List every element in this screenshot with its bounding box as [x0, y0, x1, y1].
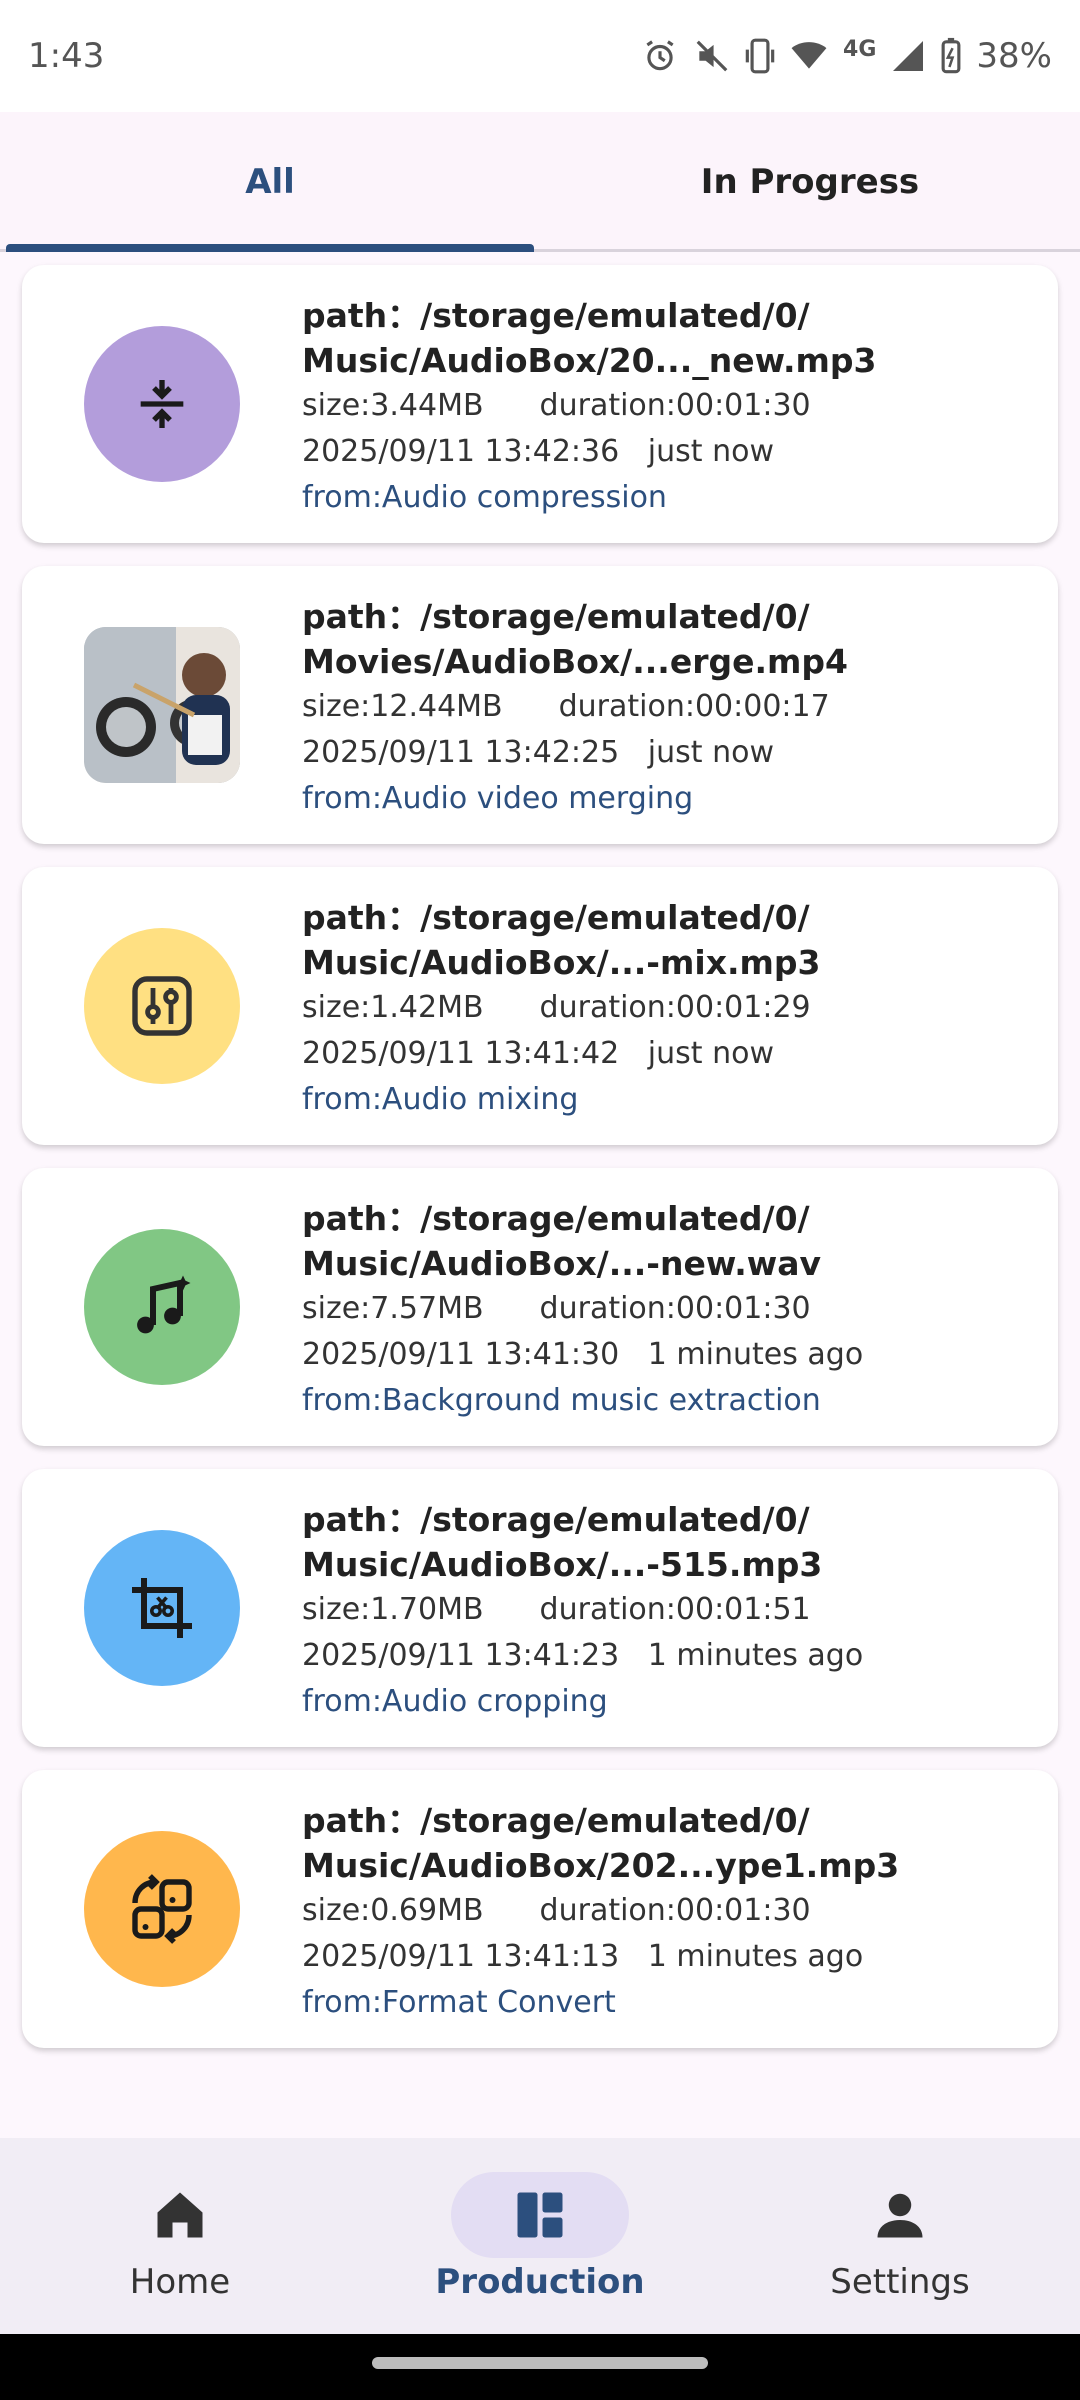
item-path-line2: Music/AudioBox/202...ype1.mp3	[302, 1846, 900, 1885]
item-source: from:Audio cropping	[302, 1684, 608, 1719]
item-path-line2: Movies/AudioBox/...erge.mp4	[302, 642, 848, 681]
wifi-icon	[789, 37, 829, 75]
vibrate-icon	[745, 37, 775, 75]
item-date: 2025/09/11 13:42:25	[302, 735, 620, 770]
item-source: from:Background music extraction	[302, 1383, 821, 1418]
dashboard-icon	[451, 2172, 629, 2258]
item-source: from:Audio compression	[302, 480, 667, 515]
item-duration: duration:00:01:30	[539, 388, 811, 423]
item-path-line1: path：/storage/emulated/0/	[302, 597, 810, 636]
list-item[interactable]: path：/storage/emulated/0/ Music/AudioBox…	[22, 867, 1058, 1145]
tab-in-progress-label: In Progress	[700, 162, 920, 202]
battery-percent: 38%	[976, 36, 1052, 76]
video-thumbnail	[84, 627, 240, 783]
tab-all[interactable]: All	[0, 112, 540, 252]
item-path-line1: path：/storage/emulated/0/	[302, 1801, 810, 1840]
alarm-icon	[641, 37, 679, 75]
nav-settings-label: Settings	[830, 2262, 970, 2302]
battery-icon	[940, 37, 962, 75]
mixer-icon	[84, 928, 240, 1084]
list-item[interactable]: path：/storage/emulated/0/ Movies/AudioBo…	[22, 566, 1058, 844]
list-item[interactable]: path：/storage/emulated/0/ Music/AudioBox…	[22, 1770, 1058, 2048]
item-path-line1: path：/storage/emulated/0/	[302, 1199, 810, 1238]
item-relative-time: just now	[647, 434, 774, 469]
item-date: 2025/09/11 13:42:36	[302, 434, 620, 469]
item-duration: duration:00:01:30	[539, 1893, 811, 1928]
status-icons: 4G 38%	[641, 36, 1052, 76]
network-type: 4G	[843, 36, 877, 62]
item-date: 2025/09/11 13:41:13	[302, 1939, 620, 1974]
item-path-line2: Music/AudioBox/...-515.mp3	[302, 1545, 823, 1584]
item-path-line1: path：/storage/emulated/0/	[302, 1500, 810, 1539]
nav-home-label: Home	[129, 2262, 231, 2302]
item-date: 2025/09/11 13:41:23	[302, 1638, 620, 1673]
item-source: from:Audio mixing	[302, 1082, 579, 1117]
item-path-line1: path：/storage/emulated/0/	[302, 296, 810, 335]
bottom-navigation: Home Production Settings	[0, 2138, 1080, 2334]
item-duration: duration:00:01:29	[539, 990, 811, 1025]
item-path-line1: path：/storage/emulated/0/	[302, 898, 810, 937]
home-icon	[91, 2172, 269, 2258]
nav-production[interactable]: Production	[360, 2138, 720, 2334]
item-relative-time: 1 minutes ago	[647, 1337, 864, 1372]
item-duration: duration:00:00:17	[558, 689, 830, 724]
music-note-icon	[84, 1229, 240, 1385]
item-relative-time: just now	[647, 735, 774, 770]
status-time: 1:43	[28, 36, 105, 76]
compress-icon	[84, 326, 240, 482]
tab-indicator	[6, 244, 534, 252]
item-date: 2025/09/11 13:41:30	[302, 1337, 620, 1372]
item-path-line2: Music/AudioBox/20..._new.mp3	[302, 341, 877, 380]
tab-bar: All In Progress	[0, 112, 1080, 252]
list-item[interactable]: path：/storage/emulated/0/ Music/AudioBox…	[22, 265, 1058, 543]
item-size: size:7.57MB	[302, 1291, 484, 1326]
nav-settings[interactable]: Settings	[720, 2138, 1080, 2334]
status-bar: 1:43 4G 38%	[0, 0, 1080, 112]
list-item[interactable]: path：/storage/emulated/0/ Music/AudioBox…	[22, 1469, 1058, 1747]
item-source: from:Format Convert	[302, 1985, 616, 2020]
nav-home[interactable]: Home	[0, 2138, 360, 2334]
crop-icon	[84, 1530, 240, 1686]
tab-in-progress[interactable]: In Progress	[540, 112, 1080, 252]
item-relative-time: 1 minutes ago	[647, 1939, 864, 1974]
list-item[interactable]: path：/storage/emulated/0/ Music/AudioBox…	[22, 1168, 1058, 1446]
signal-icon	[890, 38, 926, 74]
convert-icon	[84, 1831, 240, 1987]
item-relative-time: just now	[647, 1036, 774, 1071]
item-duration: duration:00:01:51	[539, 1592, 811, 1627]
item-path-line2: Music/AudioBox/...-mix.mp3	[302, 943, 821, 982]
item-path-line2: Music/AudioBox/...-new.wav	[302, 1244, 822, 1283]
item-size: size:3.44MB	[302, 388, 484, 423]
mute-icon	[693, 37, 731, 75]
item-size: size:1.70MB	[302, 1592, 484, 1627]
nav-production-label: Production	[435, 2262, 645, 2302]
item-source: from:Audio video merging	[302, 781, 694, 816]
item-date: 2025/09/11 13:41:42	[302, 1036, 620, 1071]
item-size: size:1.42MB	[302, 990, 484, 1025]
person-icon	[811, 2172, 989, 2258]
item-relative-time: 1 minutes ago	[647, 1638, 864, 1673]
home-gesture-handle[interactable]	[372, 2357, 708, 2369]
item-duration: duration:00:01:30	[539, 1291, 811, 1326]
tab-all-label: All	[245, 162, 295, 202]
item-size: size:12.44MB	[302, 689, 503, 724]
item-size: size:0.69MB	[302, 1893, 484, 1928]
